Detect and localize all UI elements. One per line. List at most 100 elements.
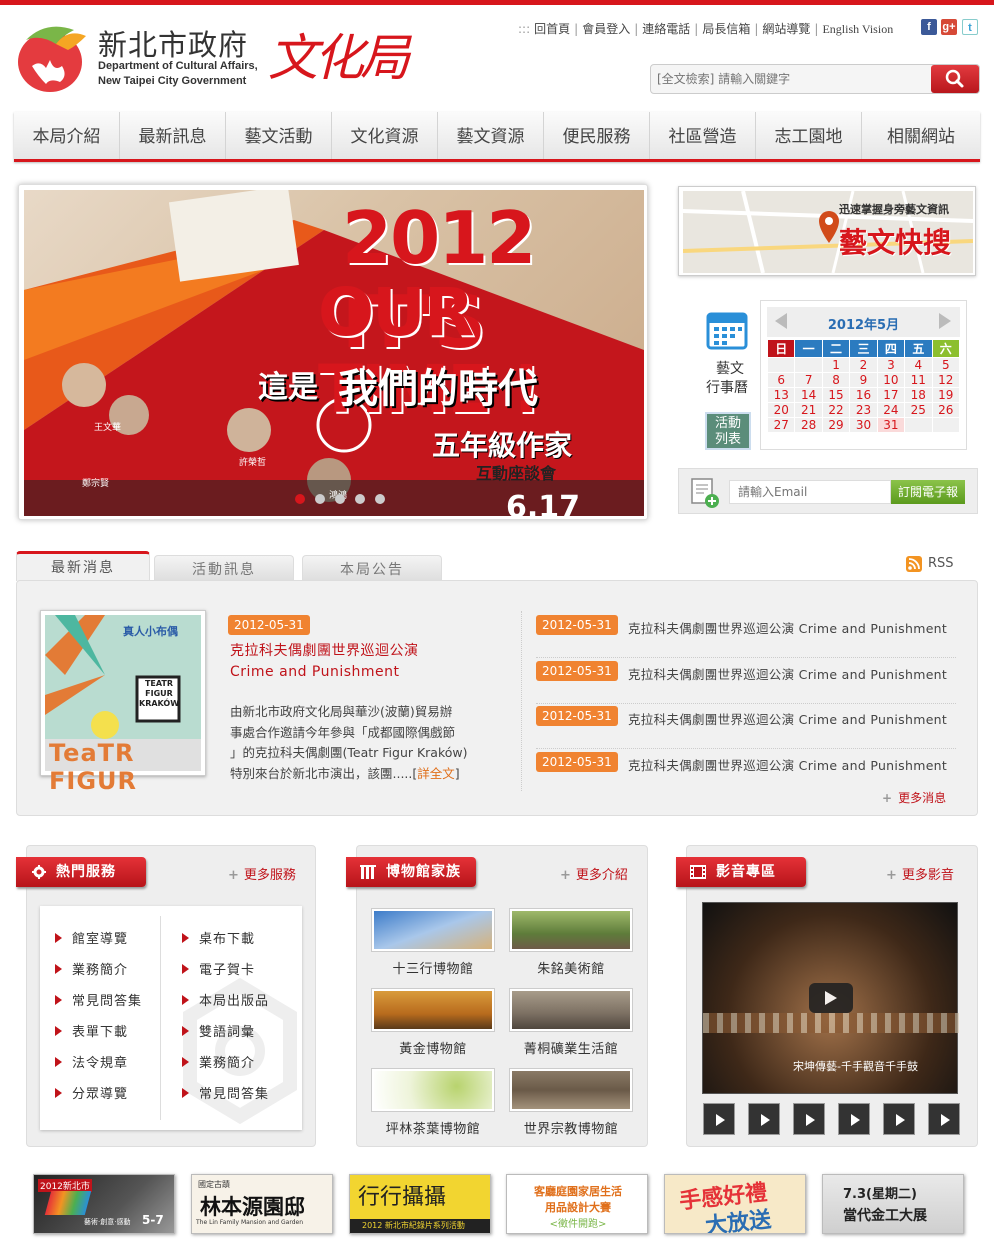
google-plus-icon[interactable]: g+	[941, 19, 957, 35]
calendar-day[interactable]: 8	[821, 372, 851, 388]
ad-banner[interactable]: 7.3(星期二) 當代金工大展	[822, 1174, 964, 1234]
more-news-link[interactable]: + 更多消息	[882, 789, 946, 806]
ad-banner[interactable]: 國定古蹟 林本源園邸 The Lin Family Mansion and Ga…	[191, 1174, 333, 1234]
service-item-left[interactable]: 業務簡介	[55, 959, 128, 978]
more-videos-link[interactable]: + 更多影音	[886, 864, 954, 883]
news-row[interactable]: 2012-05-31 克拉科夫偶劇團世界巡迴公演 Crime and Punis…	[536, 612, 956, 658]
ad-banner[interactable]: 2012新北市 5-7 藝術‧創意‧感動	[33, 1174, 175, 1234]
service-item-right[interactable]: 業務簡介	[182, 1052, 255, 1071]
calendar-day[interactable]: 25	[904, 402, 933, 418]
facebook-icon[interactable]: f	[921, 19, 937, 35]
ad-banner[interactable]: 行行攝攝 2012 新北市紀錄片系列活動	[349, 1174, 491, 1234]
service-item-left[interactable]: 表單下載	[55, 1021, 128, 1040]
nav-community[interactable]: 社區營造	[650, 112, 756, 159]
calendar-day[interactable]: 29	[821, 417, 851, 433]
museum-thumb[interactable]	[371, 1068, 495, 1112]
calendar-day[interactable]: 17	[876, 387, 906, 403]
featured-title-1[interactable]: 克拉科夫偶劇團世界巡迴公演	[230, 640, 419, 660]
museum-name[interactable]: 朱銘美術館	[509, 958, 633, 977]
calendar-day[interactable]: 6	[766, 372, 796, 388]
calendar-day[interactable]: 26	[931, 402, 961, 418]
calendar-day[interactable]: 15	[821, 387, 851, 403]
nav-services[interactable]: 便民服務	[544, 112, 650, 159]
museum-name[interactable]: 黃金博物館	[371, 1038, 495, 1057]
tab-event-news[interactable]: 活動訊息	[154, 555, 294, 583]
calendar-day[interactable]: 14	[794, 387, 823, 403]
tab-latest-news[interactable]: 最新消息	[16, 551, 150, 581]
nav-links[interactable]: 相關網站	[862, 112, 980, 159]
museum-name[interactable]: 菁桐礦業生活館	[509, 1038, 633, 1057]
museum-thumb[interactable]	[509, 908, 633, 952]
museum-thumb[interactable]	[371, 988, 495, 1032]
calendar-day[interactable]: 3	[876, 357, 906, 373]
calendar-day[interactable]: 30	[849, 417, 878, 433]
featured-title-2[interactable]: Crime and Punishment	[230, 664, 400, 680]
video-thumb[interactable]	[838, 1103, 870, 1135]
nav-culture[interactable]: 文化資源	[332, 112, 438, 159]
next-month-icon[interactable]	[939, 313, 951, 329]
site-logo[interactable]: 新北市政府 Department of Cultural Affairs, Ne…	[16, 18, 416, 98]
calendar-day[interactable]: 24	[876, 402, 906, 418]
news-row[interactable]: 2012-05-31 克拉科夫偶劇團世界巡迴公演 Crime and Punis…	[536, 658, 956, 704]
email-input[interactable]	[729, 480, 891, 504]
calendar-day[interactable]: 28	[794, 417, 823, 433]
news-title[interactable]: 克拉科夫偶劇團世界巡迴公演 Crime and Punishment	[628, 709, 947, 728]
arts-quick-search[interactable]: 迅速掌握身旁藝文資訊 藝文快搜	[678, 186, 976, 276]
twitter-icon[interactable]: t	[962, 19, 978, 35]
service-item-right[interactable]: 桌布下載	[182, 928, 255, 947]
rss-icon[interactable]	[906, 556, 922, 572]
service-item-left[interactable]: 分眾導覽	[55, 1083, 128, 1102]
calendar-day[interactable]: 23	[849, 402, 878, 418]
calendar-day[interactable]: 20	[766, 402, 796, 418]
carousel-dot[interactable]	[375, 494, 385, 504]
subscribe-button[interactable]: 訂閱電子報	[891, 480, 965, 504]
nav-about[interactable]: 本局介紹	[14, 112, 120, 159]
calendar-day[interactable]: 10	[876, 372, 906, 388]
museum-name[interactable]: 世界宗教博物館	[509, 1118, 633, 1137]
news-title[interactable]: 克拉科夫偶劇團世界巡迴公演 Crime and Punishment	[628, 755, 947, 774]
ad-banner[interactable]: 客廳庭園家居生活 用品設計大賽 <徵件開跑>	[506, 1174, 648, 1234]
search-input[interactable]	[657, 68, 927, 90]
link-home[interactable]: 回首頁	[534, 22, 570, 36]
video-thumb[interactable]	[793, 1103, 825, 1135]
search-button[interactable]	[931, 65, 979, 93]
calendar-day[interactable]: 13	[766, 387, 796, 403]
service-item-right[interactable]: 常見問答集	[182, 1083, 269, 1102]
play-button[interactable]	[809, 983, 853, 1013]
museum-name[interactable]: 十三行博物館	[371, 958, 495, 977]
service-item-right[interactable]: 本局出版品	[182, 990, 269, 1009]
more-museums-link[interactable]: + 更多介紹	[560, 864, 628, 883]
banner-carousel[interactable]: 2012 IT'S OUR TIME ! 這是 我們的時代 五年級作家 互動座談…	[18, 184, 648, 520]
nav-news[interactable]: 最新訊息	[120, 112, 226, 159]
carousel-dot-active[interactable]	[295, 494, 305, 504]
tab-announcements[interactable]: 本局公告	[302, 555, 442, 583]
video-thumb[interactable]	[928, 1103, 960, 1135]
service-item-left[interactable]: 館室導覽	[55, 928, 128, 947]
rss-link[interactable]: RSS	[928, 556, 954, 571]
calendar-day[interactable]: 4	[904, 357, 933, 373]
calendar-day[interactable]: 16	[849, 387, 878, 403]
video-thumb[interactable]	[703, 1103, 735, 1135]
museum-thumb[interactable]	[509, 988, 633, 1032]
carousel-dot[interactable]	[355, 494, 365, 504]
video-thumb[interactable]	[748, 1103, 780, 1135]
museum-name[interactable]: 坪林茶葉博物館	[371, 1118, 495, 1137]
link-sitemap[interactable]: 網站導覽	[762, 22, 810, 36]
news-row[interactable]: 2012-05-31 克拉科夫偶劇團世界巡迴公演 Crime and Punis…	[536, 703, 956, 749]
video-player[interactable]: 宋坤傳藝-千手觀音千手鼓	[702, 902, 959, 1094]
nav-events[interactable]: 藝文活動	[226, 112, 332, 159]
service-item-right[interactable]: 電子賀卡	[182, 959, 255, 978]
calendar-day[interactable]: 11	[904, 372, 933, 388]
service-item-left[interactable]: 法令規章	[55, 1052, 128, 1071]
calendar-day[interactable]: 7	[794, 372, 823, 388]
service-item-left[interactable]: 常見問答集	[55, 990, 142, 1009]
calendar-day[interactable]: 18	[904, 387, 933, 403]
museum-thumb[interactable]	[371, 908, 495, 952]
calendar-day-today[interactable]: 31	[876, 417, 906, 433]
service-item-right[interactable]: 雙語詞彙	[182, 1021, 255, 1040]
calendar-day[interactable]: 2	[849, 357, 878, 373]
banner-image[interactable]: 2012 IT'S OUR TIME ! 這是 我們的時代 五年級作家 互動座談…	[24, 190, 644, 516]
ad-banner[interactable]: 手感好禮 大放送	[664, 1174, 806, 1234]
nav-arts[interactable]: 藝文資源	[438, 112, 544, 159]
calendar-day[interactable]: 27	[766, 417, 796, 433]
